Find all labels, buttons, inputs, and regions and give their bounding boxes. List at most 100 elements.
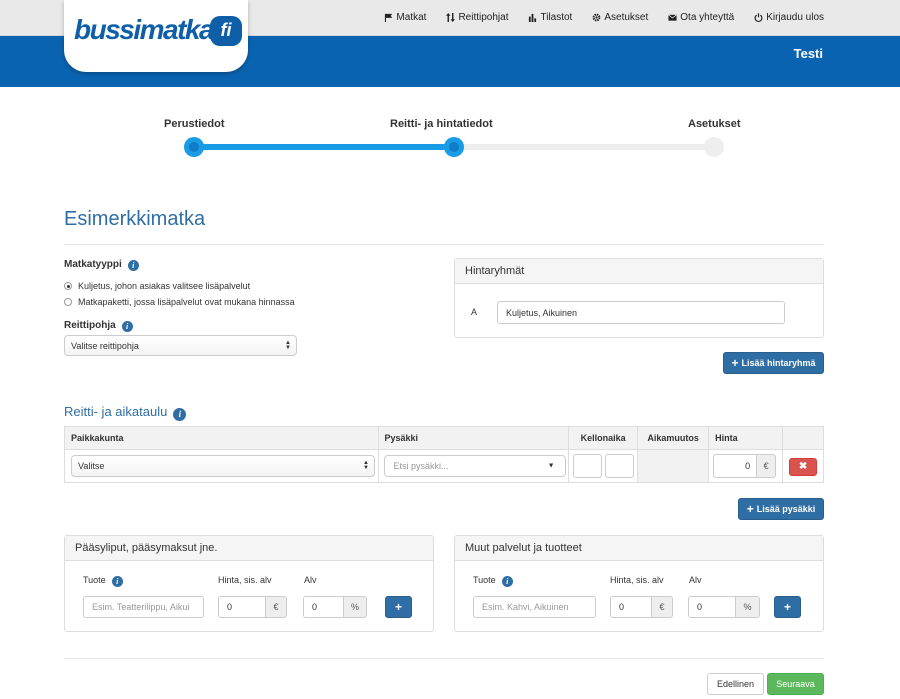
plus-icon: + — [394, 600, 402, 614]
col-paikkakunta: Paikkakunta — [64, 426, 379, 450]
cell-actions: ✖ — [782, 449, 824, 483]
services-vat-label: Alv — [689, 575, 702, 585]
nav-asetukset[interactable]: Asetukset — [592, 12, 648, 23]
tickets-title: Pääsyliput, pääsymaksut jne. — [65, 536, 433, 561]
footer-divider — [64, 658, 824, 659]
services-vat-input[interactable]: 0 — [688, 596, 736, 618]
plus-icon: + — [783, 600, 791, 614]
radio-button-checked[interactable] — [64, 282, 72, 290]
radio-button[interactable] — [64, 298, 72, 306]
logo-text: bussimatkat — [74, 14, 222, 45]
route-section-title: Reitti- ja aikataulu i — [64, 404, 187, 421]
cell-pysakki: Etsi pysäkki... ▼ — [377, 449, 570, 483]
price-group-key: A — [471, 307, 478, 317]
services-product-label-text: Tuote — [473, 575, 496, 585]
route-template-select[interactable]: Valitse reittipohja ▲ ▼ — [64, 335, 297, 356]
close-icon: ✖ — [798, 461, 808, 472]
time-minutes-input[interactable] — [605, 454, 635, 478]
info-icon[interactable]: i — [111, 576, 123, 587]
previous-button[interactable]: Edellinen — [707, 673, 764, 695]
route-table: Paikkakunta Pysäkki Kellonaika Aikamuuto… — [64, 426, 824, 483]
time-hours-input[interactable] — [573, 454, 603, 478]
nav-reittipohjat-label: Reittipohjat — [458, 11, 509, 23]
user-name[interactable]: Testi — [794, 46, 823, 61]
flag-icon — [385, 13, 393, 22]
table-row: Valitse ▲ ▼ Etsi pysäkki... ▼ 0 € ✖ — [64, 449, 824, 483]
services-price-value: 0 — [619, 602, 625, 612]
chevron-down-icon: ▼ — [547, 462, 555, 470]
nav-ota-yhteytta[interactable]: Ota yhteyttä — [668, 12, 734, 23]
services-vat-unit: % — [735, 596, 760, 618]
logo-fi-badge: fi — [210, 16, 242, 46]
tickets-panel: Pääsyliput, pääsymaksut jne. Tuote i Hint… — [64, 535, 434, 632]
nav-matkat[interactable]: Matkat — [384, 12, 426, 23]
trip-type-option-label: Matkapaketti, jossa lisäpalvelut ovat mu… — [78, 297, 295, 307]
add-stop-label: Lisää pysäkki — [756, 504, 816, 514]
trip-type-option-package[interactable]: Matkapaketti, jossa lisäpalvelut ovat mu… — [64, 297, 295, 307]
envelope-icon — [668, 14, 678, 21]
price-group-name-value: Kuljetus, Aikuinen — [506, 307, 578, 318]
step-dot-perustiedot[interactable] — [184, 137, 204, 157]
page-title: Esimerkkimatka — [64, 208, 206, 230]
trip-type-label-text: Matkatyyppi — [64, 259, 122, 270]
price-groups-title: Hintaryhmät — [455, 259, 823, 284]
nav-reittipohjat[interactable]: Reittipohjat — [446, 12, 508, 23]
stop-price-input[interactable]: 0 — [713, 454, 758, 478]
info-icon[interactable]: i — [127, 260, 139, 271]
nav-ota-yhteytta-label: Ota yhteyttä — [680, 11, 735, 23]
delete-stop-button[interactable]: ✖ — [789, 458, 818, 476]
title-divider — [64, 244, 824, 245]
tickets-price-value: 0 — [227, 602, 233, 612]
tickets-product-placeholder: Esim. Teatterilippu, Aikui — [92, 602, 190, 612]
municipality-select[interactable]: Valitse ▲ ▼ — [71, 455, 375, 477]
top-navigation: Matkat Reittipohjat Tilastot Asetukset O… — [364, 0, 824, 34]
services-price-input[interactable]: 0 — [610, 596, 652, 618]
currency-addon: € — [756, 454, 777, 478]
trip-type-option-transport[interactable]: Kuljetus, johon asiakas valitsee lisäpal… — [64, 281, 250, 291]
tickets-vat-input[interactable]: 0 — [303, 596, 344, 618]
nav-kirjaudu-ulos-label: Kirjaudu ulos — [766, 11, 824, 23]
nav-matkat-label: Matkat — [396, 11, 427, 23]
previous-label: Edellinen — [716, 679, 755, 689]
route-template-label: Reittipohja i — [64, 320, 133, 332]
bar-chart-icon — [529, 13, 537, 22]
col-pysakki: Pysäkki — [377, 426, 570, 450]
services-product-placeholder: Esim. Kahvi, Aikuinen — [482, 602, 569, 612]
nav-tilastot[interactable]: Tilastot — [528, 12, 572, 23]
tickets-vat-label: Alv — [304, 575, 317, 585]
route-section-title-text: Reitti- ja aikataulu — [64, 404, 168, 419]
col-actions — [782, 426, 824, 450]
other-services-title: Muut palvelut ja tuotteet — [455, 536, 823, 561]
other-services-panel: Muut palvelut ja tuotteet Tuote i Hinta, … — [454, 535, 824, 632]
step-dot-asetukset[interactable] — [704, 137, 724, 157]
services-product-input[interactable]: Esim. Kahvi, Aikuinen — [473, 596, 596, 618]
tickets-price-label: Hinta, sis. alv — [218, 575, 272, 585]
site-logo[interactable]: bussimatkat fi — [64, 0, 248, 72]
cell-hinta: 0 € — [708, 449, 784, 483]
info-icon[interactable]: i — [501, 576, 513, 587]
info-icon[interactable]: i — [173, 408, 187, 421]
nav-tilastot-label: Tilastot — [540, 11, 573, 23]
price-groups-panel: Hintaryhmät A Kuljetus, Aikuinen — [454, 258, 824, 338]
tickets-product-input[interactable]: Esim. Teatterilippu, Aikui — [83, 596, 204, 618]
route-template-label-text: Reittipohja — [64, 320, 116, 331]
stop-price-value: 0 — [745, 461, 751, 471]
add-price-group-button[interactable]: + Lisää hintaryhmä — [723, 352, 824, 374]
tickets-vat-unit: % — [343, 596, 367, 618]
next-button[interactable]: Seuraava — [767, 673, 824, 695]
col-aikamuutos: Aikamuutos — [637, 426, 710, 450]
col-kellonaika: Kellonaika — [568, 426, 639, 450]
price-group-name-input[interactable]: Kuljetus, Aikuinen — [497, 301, 785, 324]
add-stop-button[interactable]: + Lisää pysäkki — [738, 498, 824, 520]
services-price-unit: € — [651, 596, 673, 618]
add-ticket-button[interactable]: + — [385, 596, 412, 618]
add-service-button[interactable]: + — [774, 596, 801, 618]
step-dot-reitti[interactable] — [444, 137, 464, 157]
stop-search-select[interactable]: Etsi pysäkki... ▼ — [383, 455, 566, 477]
next-label: Seuraava — [776, 679, 815, 689]
services-product-label: Tuote i — [473, 575, 513, 587]
tickets-price-input[interactable]: 0 — [218, 596, 266, 618]
nav-kirjaudu-ulos[interactable]: Kirjaudu ulos — [754, 12, 824, 23]
select-arrows-icon: ▲ ▼ — [285, 339, 291, 351]
info-icon[interactable]: i — [121, 321, 133, 332]
